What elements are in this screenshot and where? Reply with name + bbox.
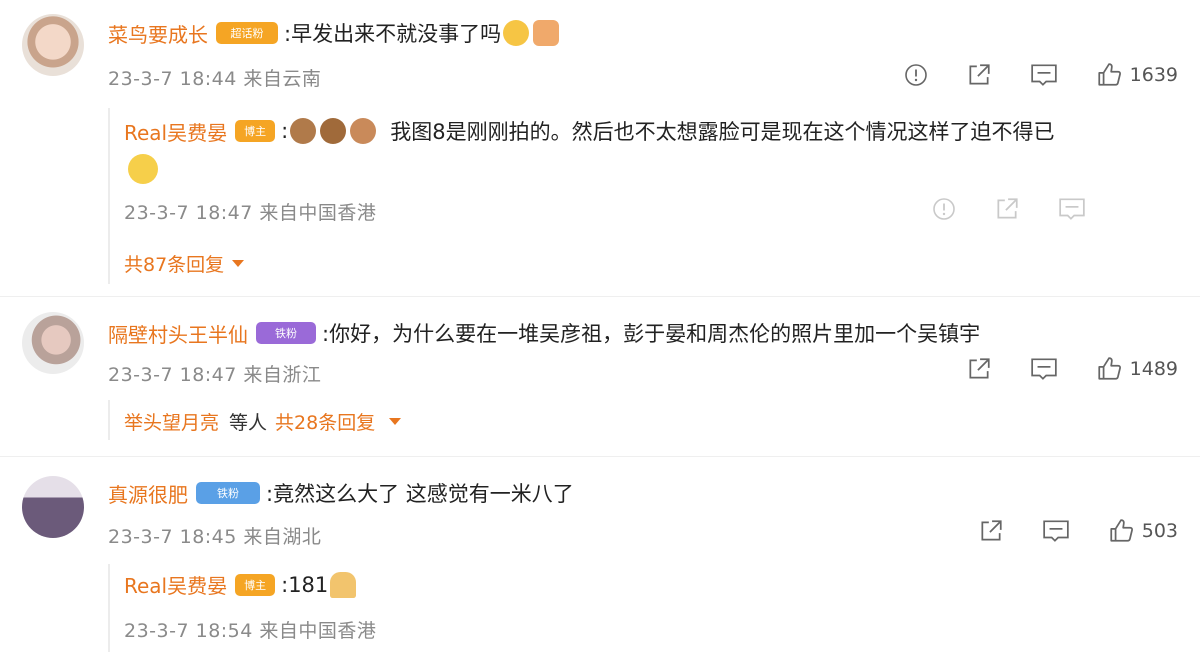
avatar[interactable]	[22, 14, 84, 76]
comment-2: 隔壁村头王半仙 铁粉 :你好，为什么要在一堆吴彦祖，彭于晏和周杰伦的照片里加一个…	[0, 298, 1200, 448]
username[interactable]: Real吴费晏	[124, 117, 227, 146]
comment-button[interactable]	[1030, 62, 1058, 88]
report-icon	[932, 197, 956, 221]
share-button[interactable]	[994, 196, 1020, 222]
username[interactable]: 隔壁村头王半仙	[108, 319, 248, 348]
comment-text: :你好，为什么要在一堆吴彦祖，彭于晏和周杰伦的照片里加一个吴镇宇	[322, 322, 981, 346]
comment-icon	[1030, 62, 1058, 88]
comment-button[interactable]	[1042, 518, 1070, 544]
smile-emoji-icon	[128, 154, 158, 184]
share-button[interactable]	[966, 356, 992, 382]
username[interactable]: 举头望月亮	[124, 408, 219, 435]
comment-icon	[1030, 356, 1058, 382]
timestamp-location: 23-3-7 18:47 来自浙江	[108, 364, 322, 386]
comment-text: :早发出来不就没事了吗	[284, 22, 502, 46]
caret-down-icon	[232, 260, 245, 267]
reply-text: 我图8是刚刚拍的。然后也不太想露脸可是现在这个情况这样了迫不得已	[390, 120, 1055, 144]
comment-icon	[1058, 196, 1086, 222]
like-count: 503	[1141, 520, 1178, 542]
like-icon	[1096, 356, 1122, 382]
comment-1: 菜鸟要成长 超话粉 :早发出来不就没事了吗 23-3-7 18:44 来自云南 …	[0, 0, 1200, 290]
username[interactable]: 菜鸟要成长	[108, 19, 208, 48]
like-button[interactable]: 1489	[1096, 356, 1178, 382]
timestamp-location: 23-3-7 18:44 来自云南	[108, 68, 322, 90]
timestamp-location: 23-3-7 18:45 来自湖北	[108, 526, 322, 548]
share-button[interactable]	[966, 62, 992, 88]
author-badge: 博主	[235, 120, 276, 142]
caret-down-icon	[389, 418, 402, 425]
reply-block: Real吴费晏 博主 :181 23-3-7 18:54 来自中国香港	[108, 564, 1200, 652]
comment-icon	[1042, 518, 1070, 544]
like-icon	[1096, 62, 1122, 88]
divider	[0, 296, 1200, 297]
username[interactable]: Real吴费晏	[124, 570, 227, 599]
like-button[interactable]: 1639	[1096, 62, 1178, 88]
monkey-emoji-icon	[320, 118, 347, 144]
like-icon	[1108, 518, 1134, 544]
share-icon	[966, 356, 992, 382]
author-badge: 博主	[235, 573, 276, 596]
share-icon	[966, 62, 992, 88]
more-replies-link[interactable]: 举头望月亮 等人 共28条回复	[124, 408, 402, 435]
username[interactable]: 真源很肥	[108, 479, 188, 508]
pray-emoji-icon	[330, 571, 357, 598]
comment-button[interactable]	[1058, 196, 1086, 222]
report-button[interactable]	[932, 197, 956, 221]
avatar[interactable]	[22, 476, 84, 538]
share-icon	[994, 196, 1020, 222]
comment-text: :竟然这么大了 这感觉有一米八了	[266, 482, 574, 506]
avatar[interactable]	[22, 312, 84, 374]
fan-badge: 超话粉	[216, 22, 278, 44]
timestamp-location: 23-3-7 18:47 来自中国香港	[124, 202, 377, 224]
cat-emoji-icon	[533, 20, 560, 46]
person-emoji-icon	[350, 118, 377, 144]
reply-block: Real吴费晏 博主 : 我图8是刚刚拍的。然后也不太想露脸可是现在这个情况这样…	[108, 108, 1200, 284]
comment-3: 真源很肥 铁粉 :竟然这么大了 这感觉有一米八了 23-3-7 18:45 来自…	[0, 458, 1200, 655]
share-button[interactable]	[978, 518, 1004, 544]
timestamp-location: 23-3-7 18:54 来自中国香港	[124, 620, 377, 642]
like-button[interactable]: 503	[1108, 518, 1178, 544]
reply-text: :181	[281, 572, 329, 597]
report-button[interactable]	[904, 63, 928, 87]
share-icon	[978, 518, 1004, 544]
comment-button[interactable]	[1030, 356, 1058, 382]
fan-badge: 铁粉	[256, 322, 316, 344]
like-count: 1489	[1129, 358, 1178, 380]
fan-badge: 铁粉	[196, 482, 260, 504]
reply-summary: 举头望月亮 等人 共28条回复	[108, 400, 1200, 440]
report-icon	[904, 63, 928, 87]
monkey-emoji-icon	[290, 118, 317, 144]
more-replies-link[interactable]: 共87条回复	[124, 250, 245, 277]
divider	[0, 456, 1200, 457]
like-count: 1639	[1129, 64, 1178, 86]
cat-emoji-icon	[503, 20, 530, 46]
